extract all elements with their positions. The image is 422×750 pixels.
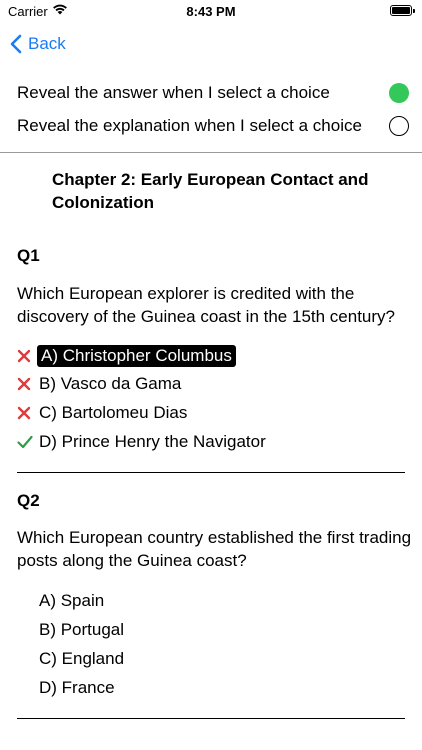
setting-label: Reveal the answer when I select a choice [17, 83, 330, 102]
setting-reveal-answer[interactable]: Reveal the answer when I select a choice [17, 78, 409, 108]
option-label: A) Christopher Columbus [37, 345, 236, 367]
option-label: B) Vasco da Gama [39, 374, 182, 393]
settings-divider [0, 152, 422, 153]
reveal-answer-toggle[interactable] [389, 83, 409, 103]
status-bar: Carrier 8:43 PM [0, 0, 422, 24]
cross-icon [17, 377, 37, 391]
option-label: D) France [39, 678, 115, 697]
q1-option-d[interactable]: D) Prince Henry the Navigator [17, 429, 268, 455]
cross-icon [17, 349, 37, 363]
question-text: Which European explorer is credited with… [17, 284, 396, 326]
setting-reveal-explanation[interactable]: Reveal the explanation when I select a c… [17, 111, 409, 141]
option-label: A) Spain [39, 591, 105, 610]
question-text: Which European country established the f… [17, 528, 412, 570]
q2-option-b[interactable]: B) Portugal [17, 617, 126, 643]
cross-icon [17, 406, 37, 420]
option-label: B) Portugal [39, 620, 125, 639]
q2-option-a[interactable]: A) Spain [17, 588, 106, 614]
question-divider [17, 472, 405, 473]
status-time: 8:43 PM [186, 4, 236, 19]
q2-option-d[interactable]: D) France [17, 675, 117, 701]
option-label: C) England [39, 649, 125, 668]
battery-icon [390, 5, 415, 16]
back-label: Back [28, 34, 66, 53]
q2-option-c[interactable]: C) England [17, 646, 126, 672]
setting-label: Reveal the explanation when I select a c… [17, 116, 362, 135]
check-icon [17, 435, 37, 449]
q1-option-b[interactable]: B) Vasco da Gama [17, 371, 183, 397]
chapter-title: Chapter 2: Early European Contact and Co… [52, 170, 369, 212]
option-label: D) Prince Henry the Navigator [39, 432, 266, 451]
chevron-left-icon [10, 34, 22, 54]
question-label: Q2 [17, 491, 40, 510]
option-label: C) Bartolomeu Dias [39, 403, 188, 422]
reveal-explanation-toggle[interactable] [389, 116, 409, 136]
q1-option-a[interactable]: A) Christopher Columbus [17, 343, 236, 369]
q1-option-c[interactable]: C) Bartolomeu Dias [17, 400, 189, 426]
question-divider [17, 718, 405, 719]
question-label: Q1 [17, 246, 40, 265]
back-button[interactable]: Back [10, 30, 66, 58]
